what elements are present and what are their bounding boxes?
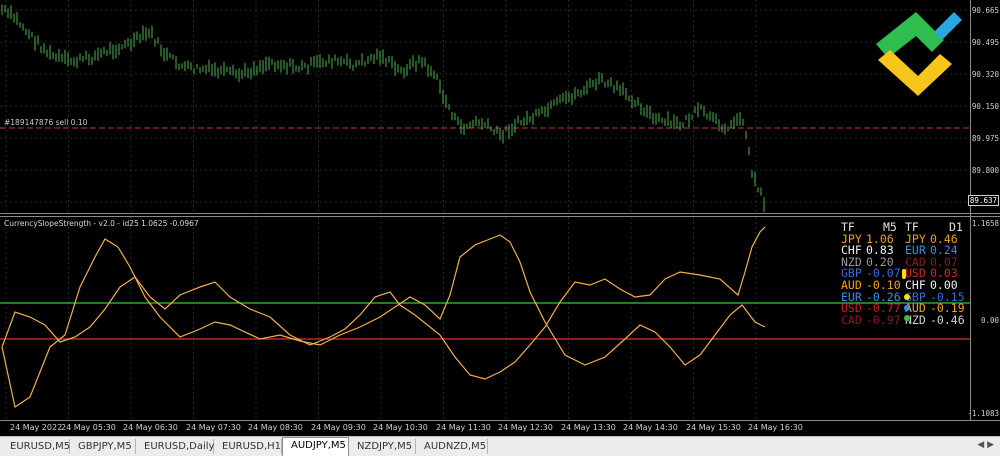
strength-line-base xyxy=(1,234,766,408)
order-line-label[interactable]: #189147876 sell 0.10 xyxy=(4,118,87,127)
indicator-pane[interactable] xyxy=(0,217,970,420)
strength-value: -0.97 xyxy=(866,312,901,327)
price-chart-canvas[interactable] xyxy=(0,0,970,213)
time-tick: 24 May 07:30 xyxy=(186,423,241,432)
tab-eurusd-daily[interactable]: EURUSD,Daily xyxy=(136,439,214,454)
time-tick: 24 May 05:30 xyxy=(61,423,116,432)
signal-dot-icon xyxy=(904,305,910,311)
price-tick: 89.800 xyxy=(971,166,999,175)
time-tick: 24 May 09:30 xyxy=(311,423,366,432)
tab-gbpjpy-m5[interactable]: GBPJPY,M5 xyxy=(70,439,136,454)
indicator-scale-tick: -1.1083 xyxy=(967,409,999,418)
time-tick: 24 May 12:30 xyxy=(498,423,553,432)
price-tick: 89.975 xyxy=(971,134,999,143)
time-tick: 24 May 2022 xyxy=(10,423,63,432)
tab-audjpy-m5[interactable]: AUDJPY,M5 xyxy=(282,437,349,456)
time-tick: 24 May 08:30 xyxy=(248,423,303,432)
signal-dot-icon xyxy=(904,315,910,321)
tab-scroll-arrows-icon[interactable]: ◀ ▶ xyxy=(977,440,994,450)
indicator-canvas[interactable] xyxy=(0,217,970,420)
pane-separator[interactable] xyxy=(0,213,1000,214)
price-tick: 90.150 xyxy=(971,102,999,111)
tab-eurusd-m5[interactable]: EURUSD,M5 xyxy=(2,439,70,454)
time-tick: 24 May 13:30 xyxy=(561,423,616,432)
price-tick: 90.495 xyxy=(971,38,999,47)
signal-dot-icon xyxy=(904,294,910,300)
time-tick: 24 May 16:30 xyxy=(748,423,803,432)
price-tick: 90.665 xyxy=(971,6,999,15)
time-tick: 24 May 11:30 xyxy=(436,423,491,432)
indicator-title: CurrencySlopeStrength - v2.0 - id25 1.06… xyxy=(4,219,199,228)
tab-audnzd-m5[interactable]: AUDNZD,M5 xyxy=(416,439,488,454)
strength-table-row: CAD -0.97 NZD -0.46 xyxy=(838,312,968,327)
time-axis-separator xyxy=(0,420,1000,421)
up-arrow-icon xyxy=(902,269,906,279)
indicator-scale-tick: 1.1658 xyxy=(971,219,999,228)
time-tick: 24 May 15:30 xyxy=(686,423,741,432)
brand-logo-icon xyxy=(876,12,962,96)
currency-name: CAD xyxy=(841,312,862,327)
price-scale[interactable]: 90.665 90.495 90.320 90.150 89.975 89.80… xyxy=(967,0,1000,420)
time-tick: 24 May 10:30 xyxy=(373,423,428,432)
time-tick: 24 May 14:30 xyxy=(623,423,678,432)
price-chart-pane[interactable] xyxy=(0,0,970,213)
indicator-scale-tick: 0.00 xyxy=(980,316,999,325)
strength-value: -0.46 xyxy=(930,312,965,327)
tab-eurusd-h1[interactable]: EURUSD,H1 xyxy=(214,439,282,454)
currency-strength-table: TF M5 TF D1 JPY 1.06 JPY 0.46 CHF 0.83 EUR 0.24 NZD 0… xyxy=(838,221,968,327)
price-tick: 90.320 xyxy=(971,70,999,79)
chart-tab-bar: EURUSD,M5 GBPJPY,M5 EURUSD,Daily EURUSD,… xyxy=(0,436,1000,456)
tab-nzdjpy-m5[interactable]: NZDJPY,M5 xyxy=(349,439,416,454)
current-price-label: 89.637 xyxy=(967,195,999,206)
time-tick: 24 May 06:30 xyxy=(123,423,178,432)
